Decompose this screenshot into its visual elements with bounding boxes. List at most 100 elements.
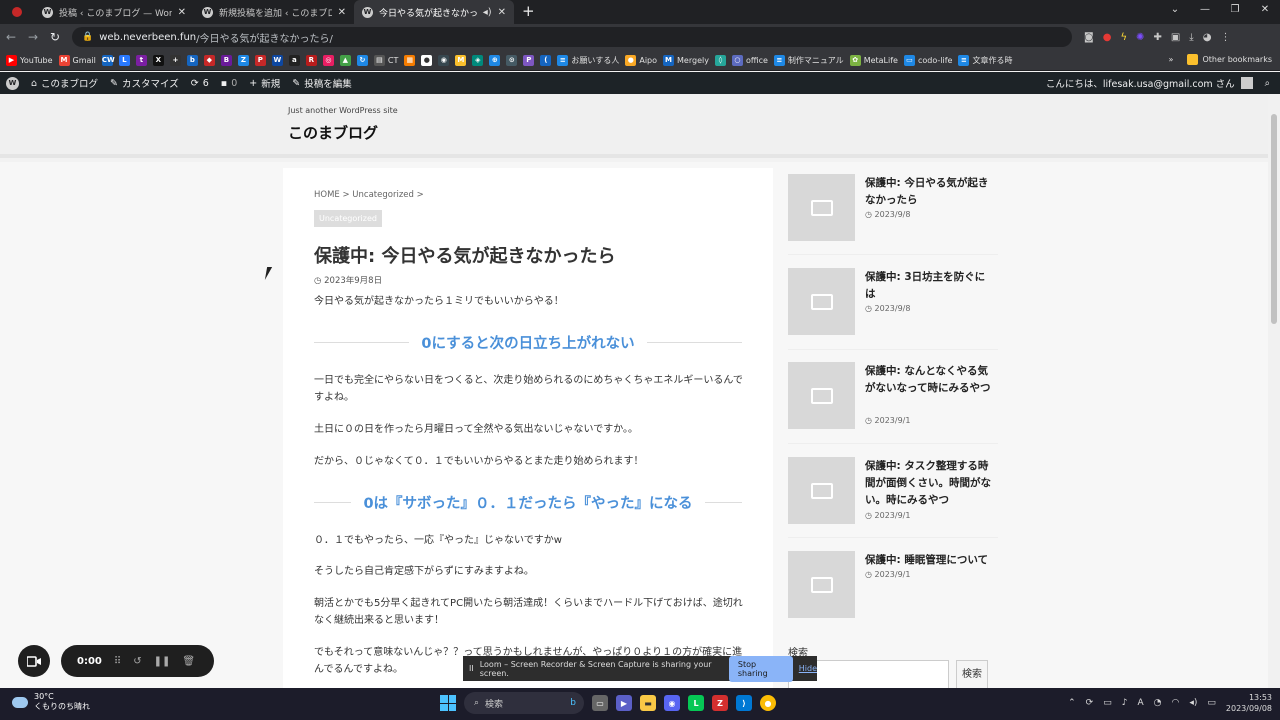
- sidebar-post-title[interactable]: 保護中: 3日坊主を防ぐには: [865, 269, 993, 303]
- bookmark-item[interactable]: ◎: [322, 54, 334, 66]
- tab-new-post[interactable]: W 新規投稿を追加 ‹ このまブログ — W ✕: [194, 0, 354, 24]
- bookmark-item[interactable]: W: [271, 54, 283, 66]
- tab-current-article[interactable]: W 今日やる気が起きなかったら - こ ◂) ✕: [354, 0, 514, 24]
- volume-icon[interactable]: ◂): [1189, 698, 1197, 708]
- close-icon[interactable]: ✕: [338, 7, 346, 18]
- profile-avatar[interactable]: ◕: [1203, 32, 1212, 43]
- bookmark-item[interactable]: M Mergely: [663, 54, 709, 66]
- tab-search-icon[interactable]: ⌄: [1160, 0, 1190, 24]
- chevron-right-icon[interactable]: »: [1169, 55, 1174, 64]
- admin-account[interactable]: こんにちは、lifesak.usa@gmail.com さん ⌕: [1046, 72, 1270, 94]
- sidebar-post-title[interactable]: 保護中: タスク整理する時間が面倒くさい。時間がない。時にみるやつ: [865, 458, 993, 509]
- bookmark-item[interactable]: P: [523, 54, 535, 66]
- bolt-extension-icon[interactable]: ϟ: [1120, 32, 1127, 43]
- bookmark-item[interactable]: ▶ YouTube: [6, 54, 53, 66]
- reload-icon[interactable]: ↻: [44, 30, 66, 44]
- task-view-icon[interactable]: ▭: [592, 695, 608, 711]
- puzzle-icon[interactable]: ✚: [1153, 32, 1161, 43]
- bookmark-item[interactable]: Z: [237, 54, 249, 66]
- bookmark-item[interactable]: ≡ 制作マニュアル: [773, 54, 844, 66]
- forward-icon[interactable]: →: [22, 30, 44, 44]
- bookmark-item[interactable]: ●: [421, 54, 433, 66]
- bookmark-item[interactable]: ● Aipo: [625, 54, 657, 66]
- close-icon[interactable]: ✕: [498, 7, 506, 18]
- sync-icon[interactable]: ⟳: [1086, 698, 1094, 708]
- bookmark-item[interactable]: ≡ 文章作る時: [958, 54, 1012, 66]
- mic-icon[interactable]: ♪: [1122, 698, 1128, 708]
- admin-edit-link[interactable]: ✎ 投稿を編集: [286, 72, 357, 94]
- admin-new-link[interactable]: + 新規: [243, 72, 286, 94]
- bookmark-item[interactable]: ✿ MetaLife: [849, 54, 898, 66]
- search-icon[interactable]: ⌕: [1265, 78, 1270, 89]
- bookmark-item[interactable]: +: [169, 54, 181, 66]
- menu-icon[interactable]: ⋮: [1220, 32, 1230, 43]
- admin-site-link[interactable]: ⌂ このまブログ: [25, 72, 104, 94]
- file-explorer-icon[interactable]: ▬: [640, 695, 656, 711]
- vscode-icon[interactable]: ⟩: [736, 695, 752, 711]
- address-bar[interactable]: 🔒 web.neverbeen.fun /今日やる気が起きなかったら/: [72, 27, 1072, 47]
- bookmark-item[interactable]: ◆: [203, 54, 215, 66]
- bookmark-item[interactable]: ◉: [438, 54, 450, 66]
- close-icon[interactable]: ✕: [178, 7, 186, 18]
- post-thumbnail[interactable]: [788, 551, 855, 618]
- pause-icon[interactable]: ❚❚: [154, 656, 171, 667]
- bookmark-item[interactable]: b: [186, 54, 198, 66]
- post-thumbnail[interactable]: [788, 362, 855, 429]
- bookmark-item[interactable]: ▲: [339, 54, 351, 66]
- line-icon[interactable]: L: [688, 695, 704, 711]
- bookmark-item[interactable]: ○ office: [731, 54, 768, 66]
- bookmark-item[interactable]: t: [135, 54, 147, 66]
- bookmark-item[interactable]: ≡ お願いする人: [557, 54, 619, 66]
- lock-icon[interactable]: 🔒: [82, 32, 93, 42]
- chevron-up-icon[interactable]: ⌃: [1068, 698, 1076, 708]
- breadcrumb[interactable]: HOME > Uncategorized >: [314, 190, 424, 200]
- sidebar-post[interactable]: 保護中: 3日坊主を防ぐには ◷ 2023/9/8: [788, 268, 998, 348]
- taskbar-search[interactable]: ⌕ 検索 b: [464, 692, 584, 714]
- bookmark-item[interactable]: M Gmail: [58, 54, 96, 66]
- post-thumbnail[interactable]: [788, 457, 855, 524]
- sidebar-post-title[interactable]: 保護中: 今日やる気が起きなかったら: [865, 175, 993, 209]
- loom-camera-button[interactable]: [18, 645, 50, 677]
- post-thumbnail[interactable]: [788, 268, 855, 335]
- sidebar-post[interactable]: 保護中: なんとなくやる気がないなって時にみるやつ ◷ 2023/9/1: [788, 362, 998, 452]
- sidebar-post-title[interactable]: 保護中: 睡眠管理について: [865, 552, 993, 569]
- meet-icon[interactable]: ▭: [1103, 698, 1112, 708]
- category-badge[interactable]: Uncategorized: [314, 210, 382, 227]
- discord-icon[interactable]: ◉: [664, 695, 680, 711]
- bookmark-item[interactable]: M: [455, 54, 467, 66]
- back-icon[interactable]: ←: [0, 30, 22, 44]
- bookmark-item[interactable]: R: [305, 54, 317, 66]
- stop-sharing-button[interactable]: Stop sharing: [728, 655, 793, 682]
- grid-icon[interactable]: ⠿: [114, 656, 121, 667]
- bookmark-item[interactable]: (: [540, 54, 552, 66]
- wifi-icon[interactable]: ◠: [1171, 698, 1179, 708]
- restart-icon[interactable]: ↺: [133, 656, 141, 667]
- gear-extension-icon[interactable]: ✺: [1136, 32, 1144, 43]
- sidebar-post-title[interactable]: 保護中: なんとなくやる気がないなって時にみるやつ: [865, 363, 993, 397]
- other-bookmarks[interactable]: » Other bookmarks: [1169, 54, 1272, 65]
- speaker-icon[interactable]: ◂): [483, 7, 492, 18]
- ime-icon[interactable]: A: [1137, 698, 1143, 708]
- sidebar-post[interactable]: 保護中: タスク整理する時間が面倒くさい。時間がない。時にみるやつ ◷ 2023…: [788, 457, 998, 547]
- bookmark-item[interactable]: ▦: [404, 54, 416, 66]
- windows-start-icon[interactable]: [440, 695, 456, 711]
- bookmark-item[interactable]: L: [118, 54, 130, 66]
- bookmark-item[interactable]: CW: [101, 54, 115, 66]
- sidepanel-icon[interactable]: ▣: [1171, 32, 1180, 43]
- filezilla-icon[interactable]: Z: [712, 695, 728, 711]
- camera-extension-icon[interactable]: ◙: [1084, 32, 1094, 43]
- admin-updates-link[interactable]: ⟳ 6: [185, 72, 215, 94]
- bookmark-item[interactable]: X: [152, 54, 164, 66]
- clipboard-icon[interactable]: ◔: [1154, 698, 1162, 708]
- teams-icon[interactable]: ▶: [616, 695, 632, 711]
- bookmark-item[interactable]: ⊙: [506, 54, 518, 66]
- bookmark-item[interactable]: P: [254, 54, 266, 66]
- wp-logo[interactable]: W: [0, 72, 25, 94]
- bookmark-item[interactable]: ▤ CT: [373, 54, 398, 66]
- bookmark-item[interactable]: ↻: [356, 54, 368, 66]
- restore-icon[interactable]: ❐: [1220, 0, 1250, 24]
- scrollbar[interactable]: [1268, 94, 1280, 690]
- site-title[interactable]: このまブログ: [288, 122, 378, 143]
- chrome-icon[interactable]: ●: [760, 695, 776, 711]
- bookmark-item[interactable]: a: [288, 54, 300, 66]
